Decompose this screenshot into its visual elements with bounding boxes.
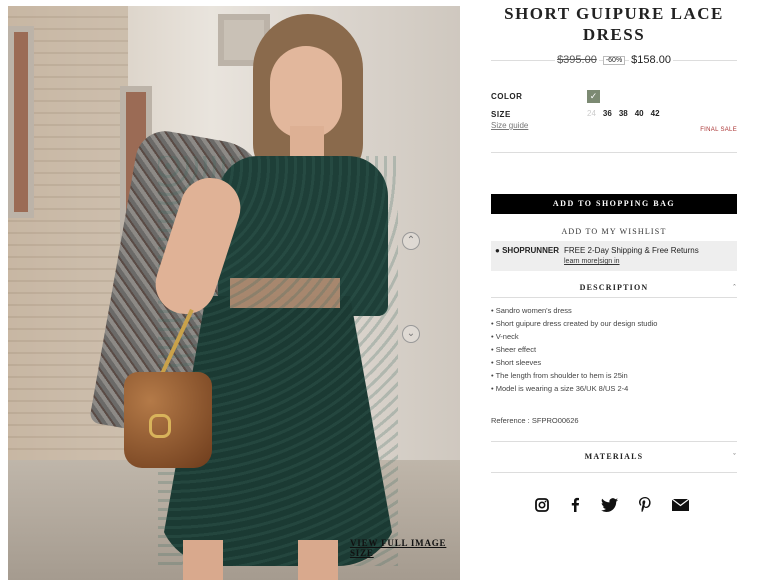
product-title: SHORT GUIPURE LACE DRESS — [504, 4, 724, 44]
materials-heading: MATERIALS — [584, 452, 644, 461]
twitter-icon[interactable] — [601, 497, 618, 517]
shoprunner-banner: ● SHOPRUNNER FREE 2-Day Shipping & Free … — [491, 241, 737, 271]
add-to-wishlist-link[interactable]: ADD TO MY WISHLIST — [491, 227, 737, 236]
materials-toggle[interactable]: MATERIALS ˇ — [491, 452, 737, 461]
chevron-up-icon: ˆ — [733, 283, 737, 292]
divider — [491, 152, 737, 153]
list-item: Short sleeves — [491, 356, 737, 369]
shoprunner-offer: FREE 2-Day Shipping & Free Returns — [564, 246, 699, 255]
product-image[interactable]: ⌃ ⌄ VIEW FULL IMAGE SIZE — [8, 6, 460, 580]
size-option[interactable]: 40 — [635, 109, 644, 118]
divider — [491, 472, 737, 473]
price-row: $395.00 -60% $158.00 — [491, 54, 737, 66]
size-guide-link[interactable]: Size guide — [491, 121, 528, 130]
mail-icon[interactable] — [671, 498, 690, 516]
description-toggle[interactable]: DESCRIPTION ˆ — [491, 283, 737, 292]
learn-more-link[interactable]: learn more — [564, 258, 597, 265]
pinterest-icon[interactable] — [639, 497, 651, 517]
shoprunner-logo-icon: ● — [495, 246, 500, 255]
view-full-image-link[interactable]: VIEW FULL IMAGE SIZE — [350, 538, 460, 558]
scroll-down-icon[interactable]: ⌄ — [402, 325, 420, 343]
size-option[interactable]: 38 — [619, 109, 628, 118]
add-to-bag-button[interactable]: ADD TO SHOPPING BAG — [491, 194, 737, 214]
list-item: The length from shoulder to hem is 25in — [491, 369, 737, 382]
final-sale-label: FINAL SALE — [700, 127, 737, 133]
chevron-down-icon: ˇ — [733, 452, 737, 461]
list-item: V-neck — [491, 330, 737, 343]
size-selector: 24 36 38 40 42 — [587, 109, 660, 118]
list-item: Sheer effect — [491, 343, 737, 356]
scroll-up-icon[interactable]: ⌃ — [402, 232, 420, 250]
original-price: $395.00 — [555, 54, 599, 66]
size-option[interactable]: 42 — [651, 109, 660, 118]
sale-price: $158.00 — [629, 54, 673, 66]
divider — [491, 297, 737, 298]
product-reference: Reference : SFPRO00626 — [491, 416, 579, 425]
description-heading: DESCRIPTION — [579, 283, 649, 292]
product-details: SHORT GUIPURE LACE DRESS $395.00 -60% $1… — [491, 0, 737, 512]
social-links — [535, 497, 690, 517]
color-swatch-selected[interactable]: ✓ — [587, 90, 600, 103]
size-option: 24 — [587, 109, 596, 118]
facebook-icon[interactable] — [570, 497, 580, 517]
list-item: Sandro women's dress — [491, 304, 737, 317]
discount-badge: -60% — [602, 55, 626, 65]
divider — [491, 441, 737, 442]
instagram-icon[interactable] — [535, 497, 549, 517]
list-item: Model is wearing a size 36/UK 8/US 2-4 — [491, 382, 737, 395]
list-item: Short guipure dress created by our desig… — [491, 317, 737, 330]
description-list: Sandro women's dress Short guipure dress… — [491, 304, 737, 395]
sign-in-link[interactable]: sign in — [599, 258, 619, 265]
checkmark-icon: ✓ — [589, 91, 598, 101]
size-option[interactable]: 36 — [603, 109, 612, 118]
size-label: SIZE — [491, 110, 511, 119]
color-label: COLOR — [491, 92, 523, 101]
shoprunner-brand: SHOPRUNNER — [502, 246, 559, 255]
